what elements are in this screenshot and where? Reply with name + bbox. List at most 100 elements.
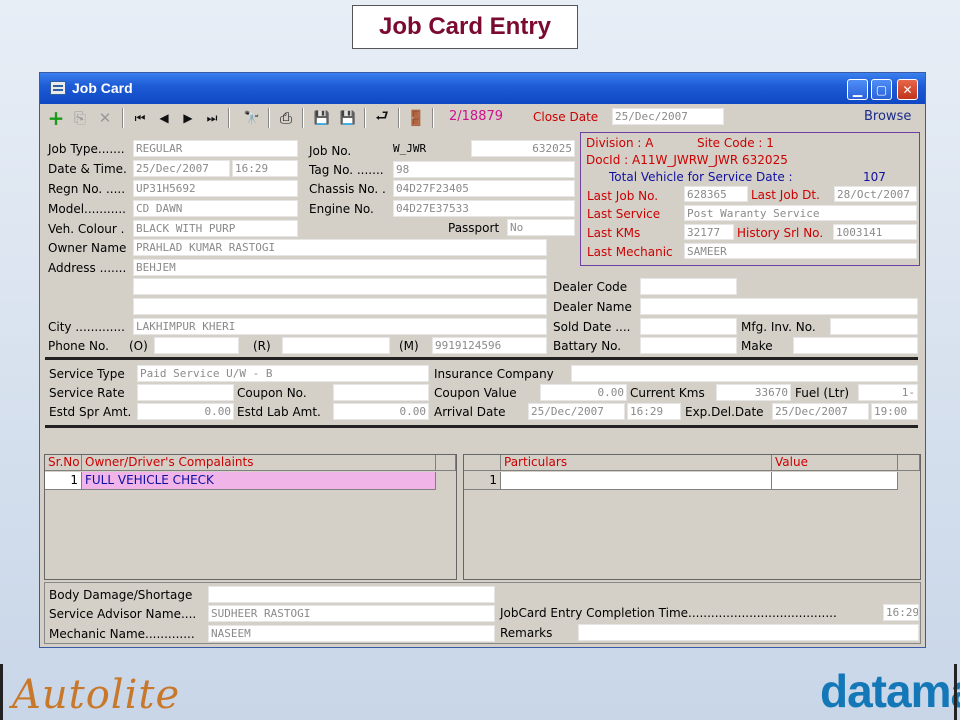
browse-button[interactable]: Browse [864, 109, 911, 125]
previous-record-icon[interactable]: ◀ [154, 108, 174, 128]
service-type-field[interactable]: Paid Service U/W - B [137, 365, 429, 382]
engine-no-field[interactable]: 04D27E37533 [393, 200, 575, 217]
section-divider [45, 425, 918, 428]
coupon-no-field[interactable] [333, 384, 429, 401]
dealer-code-label: Dealer Code [553, 280, 628, 294]
fuel-field[interactable]: 1- [858, 384, 918, 401]
owner-name-field[interactable]: PRAHLAD KUMAR RASTOGI [133, 239, 547, 256]
dealer-code-field[interactable] [640, 278, 737, 295]
make-label: Make [741, 339, 773, 353]
job-no-field[interactable]: 632025 [471, 140, 575, 157]
toolbar-separator [364, 108, 366, 128]
service-advisor-field[interactable]: SUDHEER RASTOGI [208, 605, 495, 622]
undo-icon[interactable]: ⮐ [372, 107, 392, 128]
maximize-button[interactable]: ▢ [871, 79, 892, 100]
docid-label: DocId : A11W_JWRW_JWR 632025 [586, 153, 788, 167]
battery-no-field[interactable] [640, 337, 737, 354]
complaints-grid: Sr.No Owner/Driver's Compalaints 1 FULL … [44, 454, 457, 580]
last-record-icon[interactable]: ⏭ [202, 108, 222, 128]
toolbar-separator [432, 108, 434, 128]
first-record-icon[interactable]: ⏮ [130, 108, 150, 128]
last-mechanic-field[interactable]: SAMEER [684, 243, 917, 259]
table-row-particular[interactable] [501, 472, 772, 490]
arrival-date-field[interactable]: 25/Dec/2007 [528, 403, 625, 420]
current-kms-field[interactable]: 33670 [716, 384, 791, 401]
coupon-value-label: Coupon Value [434, 386, 517, 400]
table-row-value[interactable] [772, 472, 898, 490]
remarks-field[interactable] [578, 624, 919, 641]
phone-mobile-field[interactable]: 9919124596 [432, 337, 547, 354]
body-damage-field[interactable] [208, 586, 495, 603]
fuel-label: Fuel (Ltr) [795, 386, 850, 400]
job-type-field[interactable]: REGULAR [133, 140, 298, 157]
insurance-field[interactable] [571, 365, 918, 382]
phone-residence-label: (R) [253, 339, 271, 353]
exp-del-time-field[interactable]: 19:00 [871, 403, 918, 420]
phone-residence-field[interactable] [282, 337, 390, 354]
estd-lab-amt-field[interactable]: 0.00 [333, 403, 429, 420]
date-field[interactable]: 25/Dec/2007 [133, 160, 230, 177]
estd-lab-amt-label: Estd Lab Amt. [237, 405, 321, 419]
colour-field[interactable]: BLACK WITH PURP [133, 220, 298, 237]
last-job-date-field[interactable]: 28/Oct/2007 [834, 186, 917, 202]
copy-icon[interactable]: ⎘ [70, 108, 90, 128]
time-field[interactable]: 16:29 [232, 160, 298, 177]
chassis-no-field[interactable]: 04D27F23405 [393, 180, 575, 197]
exp-del-date-field[interactable]: 25/Dec/2007 [772, 403, 869, 420]
binoculars-icon[interactable]: 🔭 [242, 108, 262, 128]
coupon-value-field[interactable]: 0.00 [540, 384, 627, 401]
sold-date-field[interactable] [640, 318, 737, 335]
last-kms-label: Last KMs [587, 226, 641, 240]
autolite-logo: Autolite [12, 672, 181, 718]
job-no-label: Job No. [309, 144, 352, 158]
table-row-complaint[interactable]: FULL VEHICLE CHECK [82, 472, 436, 490]
arrival-time-field[interactable]: 16:29 [627, 403, 681, 420]
save-icon[interactable]: 💾 [312, 108, 332, 128]
save-all-icon[interactable]: 💾 [338, 108, 358, 128]
sold-date-label: Sold Date .... [553, 320, 631, 334]
tag-no-label: Tag No. ....... [309, 163, 384, 177]
table-row-srno: 1 [45, 472, 82, 490]
city-field[interactable]: LAKHIMPUR KHERI [133, 318, 547, 335]
completion-time-field[interactable]: 16:29 [883, 604, 919, 621]
tag-no-field[interactable]: 98 [393, 161, 575, 178]
add-icon[interactable]: + [46, 106, 66, 130]
next-record-icon[interactable]: ▶ [178, 108, 198, 128]
model-field[interactable]: CD DAWN [133, 200, 298, 217]
grid-header-complaints: Owner/Driver's Compalaints [82, 455, 436, 471]
mechanic-name-field[interactable]: NASEEM [208, 625, 495, 642]
last-job-no-label: Last Job No. [587, 189, 659, 203]
regn-no-field[interactable]: UP31H5692 [133, 180, 298, 197]
phone-office-field[interactable] [154, 337, 239, 354]
date-time-label: Date & Time. [48, 162, 127, 176]
close-date-field[interactable]: 25/Dec/2007 [612, 108, 724, 125]
service-rate-field[interactable] [137, 384, 234, 401]
address-line2-field[interactable] [133, 278, 547, 295]
phone-office-label: (O) [129, 339, 148, 353]
city-label: City ............. [48, 320, 125, 334]
window-app-icon [50, 81, 66, 95]
last-kms-field[interactable]: 32177 [684, 224, 734, 240]
close-button[interactable]: ✕ [897, 79, 918, 100]
last-service-field[interactable]: Post Waranty Service [684, 205, 917, 221]
address-line1-field[interactable]: BEHJEM [133, 259, 547, 276]
minimize-button[interactable]: ▁ [847, 79, 868, 100]
remarks-label: Remarks [500, 626, 553, 640]
estd-spr-amt-field[interactable]: 0.00 [137, 403, 234, 420]
history-srl-field[interactable]: 1003141 [833, 224, 917, 240]
last-job-no-field[interactable]: 628365 [684, 186, 748, 202]
toolbar-separator [268, 108, 270, 128]
passport-label: Passport [448, 221, 500, 235]
service-rate-label: Service Rate [49, 386, 125, 400]
exit-icon[interactable]: 🚪 [406, 108, 426, 128]
mfg-inv-field[interactable] [830, 318, 918, 335]
dealer-name-field[interactable] [640, 298, 918, 315]
delete-icon[interactable]: ✕ [95, 108, 115, 128]
grid-header-particulars: Particulars [501, 455, 772, 471]
mechanic-name-label: Mechanic Name............. [49, 627, 195, 641]
engine-no-label: Engine No. [309, 202, 374, 216]
print-icon[interactable]: ⎙ [276, 108, 296, 128]
make-field[interactable] [793, 337, 918, 354]
passport-field[interactable]: No [507, 219, 575, 236]
address-line3-field[interactable] [133, 298, 547, 315]
